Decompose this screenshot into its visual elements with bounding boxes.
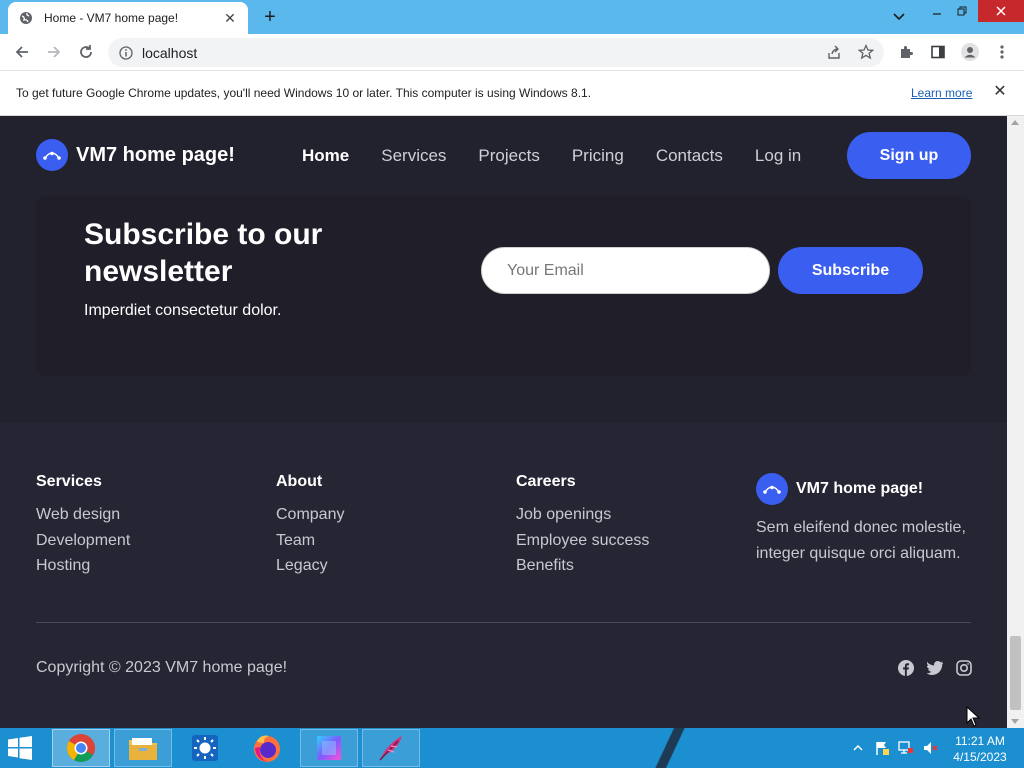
back-arrow-icon[interactable] <box>10 40 34 64</box>
instagram-icon[interactable] <box>955 659 973 677</box>
learn-more-link[interactable]: Learn more <box>911 86 972 100</box>
nav-services[interactable]: Services <box>381 146 446 166</box>
newsletter-title: Subscribe to our newsletter <box>84 218 323 288</box>
url-text: localhost <box>142 44 198 61</box>
brand-name[interactable]: VM7 home page! <box>76 144 235 167</box>
scroll-up-arrow-icon[interactable] <box>1011 120 1019 125</box>
facebook-icon[interactable] <box>897 659 915 677</box>
taskbar-sun-app-icon[interactable] <box>176 729 234 767</box>
taskbar-square-app-icon[interactable] <box>300 729 358 767</box>
infobar-message: To get future Google Chrome updates, you… <box>16 86 592 100</box>
footer-link-web-design[interactable]: Web design <box>36 502 130 528</box>
address-bar[interactable]: localhost <box>108 38 884 67</box>
twitter-icon[interactable] <box>926 659 944 677</box>
taskbar-file-explorer-icon[interactable] <box>114 729 172 767</box>
forward-arrow-icon[interactable] <box>42 40 66 64</box>
reload-icon[interactable] <box>74 40 98 64</box>
browser-toolbar: localhost <box>0 34 1024 71</box>
brand-logo-icon[interactable] <box>36 139 68 171</box>
footer-column-services: Services Web design Development Hosting <box>36 473 130 579</box>
footer-link-development[interactable]: Development <box>36 528 130 554</box>
footer-column-careers: Careers Job openings Employee success Be… <box>516 473 649 579</box>
site-info-icon[interactable] <box>118 45 134 61</box>
tab-close-icon[interactable]: ✕ <box>222 10 238 26</box>
profile-avatar-icon[interactable] <box>958 40 982 64</box>
browser-tab-strip: Home - VM7 home page! ✕ + <box>0 0 1024 34</box>
chrome-menu-icon[interactable] <box>990 40 1014 64</box>
footer-link-benefits[interactable]: Benefits <box>516 553 649 579</box>
web-page: VM7 home page! Home Services Projects Pr… <box>0 116 1007 728</box>
update-infobar: To get future Google Chrome updates, you… <box>0 71 1024 116</box>
footer-link-hosting[interactable]: Hosting <box>36 553 130 579</box>
footer-column-about: About Company Team Legacy <box>276 473 344 579</box>
nav-pricing[interactable]: Pricing <box>572 146 624 166</box>
network-icon[interactable] <box>898 740 914 756</box>
windows-start-icon[interactable] <box>6 736 38 760</box>
scroll-down-arrow-icon[interactable] <box>1011 719 1019 724</box>
action-center-flag-icon[interactable] <box>874 740 890 756</box>
show-hidden-icons-chevron-icon[interactable] <box>850 740 866 756</box>
footer-link-employee-success[interactable]: Employee success <box>516 528 649 554</box>
footer-link-legacy[interactable]: Legacy <box>276 553 344 579</box>
side-panel-icon[interactable] <box>926 40 950 64</box>
taskbar-feather-app-icon[interactable] <box>362 729 420 767</box>
footer-heading: Services <box>36 473 102 490</box>
scrollbar-thumb[interactable] <box>1010 636 1021 710</box>
clock-date: 4/15/2023 <box>953 750 1007 764</box>
nav-contacts[interactable]: Contacts <box>656 146 723 166</box>
footer-divider <box>36 622 971 623</box>
email-input[interactable] <box>481 247 770 294</box>
page-scrollbar[interactable] <box>1007 116 1024 728</box>
windows-taskbar: 11:21 AM 4/15/2023 <box>0 728 1024 768</box>
site-footer: Services Web design Development Hosting … <box>0 423 1007 728</box>
newsletter-subtitle: Imperdiet consectetur dolor. <box>84 302 282 319</box>
browser-tab[interactable]: Home - VM7 home page! ✕ <box>8 2 248 34</box>
footer-link-team[interactable]: Team <box>276 528 344 554</box>
taskbar-decoration <box>650 728 690 768</box>
footer-heading: Careers <box>516 473 576 490</box>
bookmark-star-icon[interactable] <box>854 40 878 64</box>
footer-link-job-openings[interactable]: Job openings <box>516 502 649 528</box>
subscribe-button[interactable]: Subscribe <box>778 247 923 294</box>
nav-projects[interactable]: Projects <box>478 146 539 166</box>
taskbar-chrome-icon[interactable] <box>52 729 110 767</box>
mouse-pointer-icon <box>966 705 981 728</box>
footer-brand-name[interactable]: VM7 home page! <box>796 480 923 498</box>
window-close-button[interactable] <box>978 0 1024 22</box>
infobar-close-icon[interactable]: ✕ <box>990 82 1010 102</box>
tab-search-chevron-icon[interactable] <box>886 6 912 28</box>
tab-title: Home - VM7 home page! <box>44 11 179 25</box>
globe-icon <box>18 10 34 26</box>
nav-login[interactable]: Log in <box>755 146 801 166</box>
extensions-puzzle-icon[interactable] <box>894 40 918 64</box>
taskbar-clock[interactable]: 11:21 AM 4/15/2023 <box>944 733 1016 765</box>
signup-button[interactable]: Sign up <box>847 132 971 179</box>
footer-logo-icon[interactable] <box>756 473 788 505</box>
footer-brand-description: Sem eleifend donec molestie, integer qui… <box>756 519 966 562</box>
taskbar-firefox-icon[interactable] <box>238 729 296 767</box>
nav-home[interactable]: Home <box>302 146 349 166</box>
newsletter-section: Subscribe to our newsletter Imperdiet co… <box>36 196 971 376</box>
new-tab-button[interactable]: + <box>258 6 282 30</box>
footer-heading: About <box>276 473 323 490</box>
main-nav: Home Services Projects Pricing Contacts … <box>302 146 801 166</box>
minimize-button[interactable] <box>924 0 950 22</box>
volume-muted-icon[interactable] <box>922 740 938 756</box>
restore-button[interactable] <box>950 0 974 22</box>
clock-time: 11:21 AM <box>955 734 1005 748</box>
copyright-text: Copyright © 2023 VM7 home page! <box>36 659 288 676</box>
footer-link-company[interactable]: Company <box>276 502 344 528</box>
share-icon[interactable] <box>822 40 846 64</box>
